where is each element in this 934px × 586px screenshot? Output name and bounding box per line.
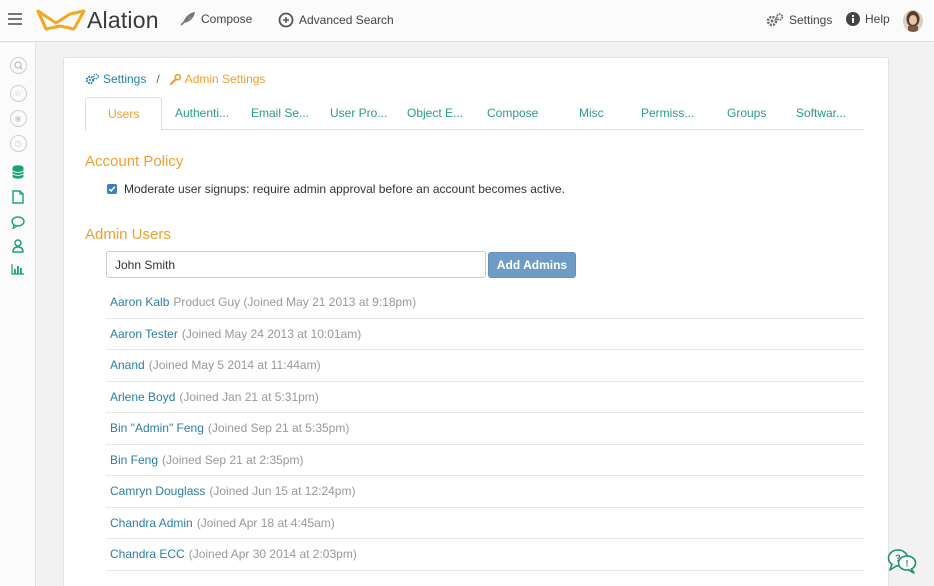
gears-icon — [766, 13, 784, 27]
breadcrumb-settings-link[interactable]: Settings — [103, 72, 146, 86]
user-joined-text: (Joined Jan 21 at 5:31pm) — [179, 389, 319, 404]
list-item: Bin Feng (Joined Sep 21 at 2:35pm) — [106, 445, 864, 476]
user-name-link[interactable]: Aaron Kalb — [110, 295, 169, 309]
admin-user-list: Aaron Kalb Product Guy (Joined May 21 201… — [106, 287, 864, 571]
compose-link[interactable]: Compose — [180, 12, 252, 26]
search-plus-icon — [278, 12, 294, 28]
list-item: Bin "Admin" Feng (Joined Sep 21 at 5:35pm… — [106, 413, 864, 445]
chat-help-icon[interactable]: ? ! — [886, 548, 918, 574]
user-joined-text: (Joined Sep 21 at 2:35pm) — [162, 452, 304, 467]
top-bar: Alation Compose Advanced Search Settings… — [0, 0, 934, 42]
rail-conversation[interactable] — [9, 213, 27, 231]
user-name-link[interactable]: Chandra Admin — [110, 516, 193, 530]
moderate-signups-checkbox[interactable] — [107, 184, 117, 194]
user-name-link[interactable]: Bin Feng — [110, 453, 158, 467]
admin-users-heading: Admin Users — [85, 226, 171, 243]
rail-star[interactable]: ☆ — [9, 84, 27, 102]
checkmark-icon — [108, 186, 116, 193]
advanced-search-label: Advanced Search — [299, 13, 394, 27]
user-joined-text: (Joined May 5 2014 at 11:44am) — [148, 358, 321, 373]
tab-user-profile[interactable]: User Pro... — [330, 97, 387, 130]
moderate-signups-label: Moderate user signups: require admin app… — [124, 182, 565, 196]
tab-object-editor[interactable]: Object E... — [407, 97, 463, 130]
feather-icon — [180, 12, 196, 26]
list-item: Aaron Kalb Product Guy (Joined May 21 201… — [106, 287, 864, 319]
help-label: Help — [865, 12, 890, 26]
user-name-link[interactable]: Bin "Admin" Feng — [110, 421, 204, 435]
add-admins-button[interactable]: Add Admins — [488, 252, 576, 278]
compose-label: Compose — [201, 12, 253, 26]
breadcrumb-admin-settings[interactable]: Admin Settings — [185, 72, 266, 86]
settings-link[interactable]: Settings — [766, 12, 832, 28]
user-joined-text: (Joined Jun 15 at 12:24pm) — [209, 484, 356, 499]
tab-software[interactable]: Softwar... — [796, 97, 846, 130]
rail-people[interactable] — [9, 237, 27, 255]
left-rail: ☆ ◉ ◷ — [0, 43, 36, 586]
breadcrumb: Settings / Admin Settings — [85, 72, 265, 86]
wrench-icon — [169, 73, 181, 85]
rail-analytics[interactable] — [9, 260, 27, 278]
settings-tabs: Users Authenti... Email Se... User Pro..… — [85, 97, 864, 131]
admin-user-search-input[interactable] — [106, 251, 486, 278]
database-icon — [12, 165, 24, 179]
info-circle-icon — [846, 12, 860, 26]
list-item: Chandra Admin (Joined Apr 18 at 4:45am) — [106, 508, 864, 539]
document-icon — [12, 190, 24, 204]
advanced-search-link[interactable]: Advanced Search — [278, 12, 394, 28]
svg-text:!: ! — [906, 559, 909, 569]
rail-eye[interactable]: ◉ — [9, 109, 27, 127]
avatar-image-icon — [903, 10, 923, 32]
user-joined-text: (Joined May 24 2013 at 10:01am) — [181, 326, 362, 341]
eye-icon: ◉ — [9, 109, 27, 127]
clock-icon: ◷ — [9, 134, 27, 152]
hamburger-menu-icon[interactable] — [8, 13, 22, 25]
rail-database[interactable] — [9, 163, 27, 181]
list-item: Chandra ECC (Joined Apr 30 2014 at 2:03pm… — [106, 539, 864, 571]
user-name-link[interactable]: Anand — [110, 358, 145, 372]
user-avatar[interactable] — [903, 10, 923, 32]
user-name-link[interactable]: Chandra ECC — [110, 547, 185, 561]
alation-logo-icon[interactable] — [36, 8, 86, 32]
tab-groups[interactable]: Groups — [727, 97, 766, 130]
tab-compose[interactable]: Compose — [487, 97, 538, 130]
settings-label: Settings — [789, 13, 833, 27]
tab-permissions[interactable]: Permiss... — [641, 97, 694, 130]
breadcrumb-separator: / — [156, 72, 160, 86]
rail-document[interactable] — [9, 188, 27, 206]
list-item: Camryn Douglass (Joined Jun 15 at 12:24pm… — [106, 476, 864, 508]
help-link[interactable]: Help — [846, 12, 890, 26]
bar-chart-icon — [11, 264, 24, 275]
user-name-link[interactable]: Aaron Tester — [110, 327, 178, 341]
user-joined-text: (Joined Sep 21 at 5:35pm) — [207, 421, 350, 436]
tab-users[interactable]: Users — [85, 97, 163, 131]
list-item: Arlene Boyd (Joined Jan 21 at 5:31pm) — [106, 382, 864, 413]
brand-name[interactable]: Alation — [87, 7, 159, 34]
rail-clock[interactable]: ◷ — [9, 134, 27, 152]
user-joined-text: (Joined Apr 30 2014 at 2:03pm) — [188, 547, 357, 562]
tab-email-settings[interactable]: Email Se... — [251, 97, 309, 130]
list-item: Anand (Joined May 5 2014 at 11:44am) — [106, 350, 864, 382]
speech-bubble-icon — [11, 215, 25, 229]
moderate-signups-option: Moderate user signups: require admin app… — [107, 182, 565, 196]
user-name-link[interactable]: Arlene Boyd — [110, 390, 175, 404]
search-icon — [9, 56, 27, 74]
rail-search[interactable] — [9, 56, 27, 74]
account-policy-heading: Account Policy — [85, 153, 184, 170]
list-item: Aaron Tester (Joined May 24 2013 at 10:01… — [106, 319, 864, 350]
svg-text:?: ? — [895, 553, 901, 563]
user-joined-text: (Joined Apr 18 at 4:45am) — [196, 515, 335, 530]
user-name-link[interactable]: Camryn Douglass — [110, 484, 205, 498]
user-joined-text: Product Guy (Joined May 21 2013 at 9:18p… — [173, 295, 417, 310]
star-icon: ☆ — [9, 84, 27, 102]
gears-icon — [85, 73, 99, 85]
tab-authentication[interactable]: Authenti... — [175, 97, 229, 130]
tab-misc[interactable]: Misc — [579, 97, 604, 130]
admin-settings-card: Settings / Admin Settings Users Authenti… — [63, 57, 889, 586]
user-icon — [12, 239, 24, 253]
